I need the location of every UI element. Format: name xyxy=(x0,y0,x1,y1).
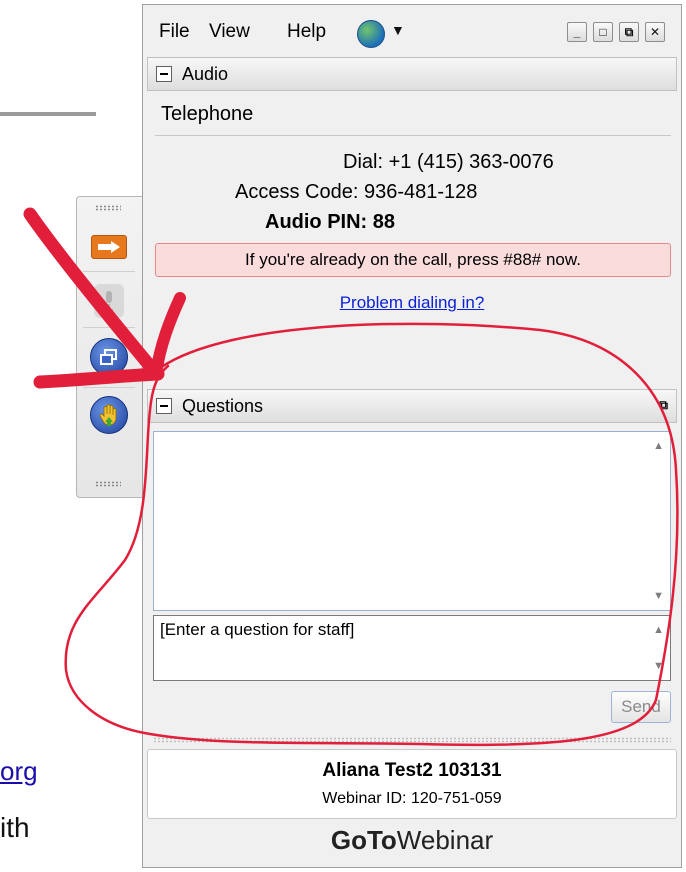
brand-bold: GoTo xyxy=(330,825,397,855)
access-code-value: 936-481-128 xyxy=(363,181,478,203)
screen-window-icon xyxy=(100,349,117,365)
audio-pin-row: Audio PIN: 88 xyxy=(265,211,395,234)
brand-logo: GoToWebinar xyxy=(143,825,681,856)
divider xyxy=(155,135,671,136)
menu-file[interactable]: File xyxy=(159,21,190,43)
popout-button[interactable]: ⧉ xyxy=(619,22,639,42)
microphone-button[interactable] xyxy=(82,281,136,321)
resize-handle[interactable] xyxy=(153,737,671,743)
menu-help[interactable]: Help xyxy=(287,21,326,43)
popout-icon[interactable]: ⧉ xyxy=(659,398,668,413)
audio-panel: Telephone Dial: +1 (415) 363-0076 Access… xyxy=(147,97,677,387)
audio-pin-value: 88 xyxy=(372,211,396,233)
question-input-placeholder: [Enter a question for staff] xyxy=(160,620,355,639)
user-card: Aliana Test2 103131 Webinar ID: 120-751-… xyxy=(147,749,677,819)
raise-hand-icon xyxy=(99,404,117,426)
microphone-icon xyxy=(105,291,113,311)
scroll-up-icon[interactable]: ▲ xyxy=(653,624,664,636)
screen-view-button[interactable] xyxy=(82,337,136,377)
webinar-id: Webinar ID: 120-751-059 xyxy=(148,790,676,808)
webinar-id-value: 120-751-059 xyxy=(410,790,502,807)
problem-dialing-link[interactable]: Problem dialing in? xyxy=(147,293,677,313)
dial-label: Dial: xyxy=(343,151,384,173)
audio-section-header[interactable]: Audio xyxy=(147,57,677,91)
questions-section-title: Questions xyxy=(182,396,264,416)
audio-pin-alert: If you're already on the call, press #88… xyxy=(155,243,671,277)
grip-top[interactable] xyxy=(95,205,121,211)
background-rule xyxy=(0,112,96,116)
menu-view[interactable]: View xyxy=(209,21,250,43)
minimize-button[interactable]: _ xyxy=(567,22,587,42)
control-panel: File View Help ▼ _ □ ⧉ ✕ Audio Telephone… xyxy=(142,4,682,868)
collapse-icon[interactable] xyxy=(156,398,172,414)
audio-section-title: Audio xyxy=(182,64,229,84)
scroll-up-icon[interactable]: ▲ xyxy=(653,440,664,452)
maximize-button[interactable]: □ xyxy=(593,22,613,42)
arrow-right-icon xyxy=(98,241,120,253)
background-link-fragment[interactable]: org xyxy=(0,756,38,787)
audio-mode-label: Telephone xyxy=(161,103,254,125)
send-button[interactable]: Send xyxy=(611,691,671,723)
scroll-down-icon[interactable]: ▼ xyxy=(653,660,664,672)
menubar: File View Help ▼ _ □ ⧉ ✕ xyxy=(143,5,681,55)
show-hide-panel-button[interactable] xyxy=(82,227,136,267)
background-text-fragment: ith xyxy=(0,812,30,843)
webinar-id-label: Webinar ID: xyxy=(322,790,407,807)
dial-row: Dial: +1 (415) 363-0076 xyxy=(343,151,554,174)
access-code-label: Access Code: xyxy=(235,181,359,203)
chevron-down-icon[interactable]: ▼ xyxy=(391,22,405,38)
audio-pin-label: Audio PIN: xyxy=(265,211,368,233)
globe-icon[interactable] xyxy=(357,20,385,48)
brand-regular: Webinar xyxy=(396,825,494,855)
access-code-row: Access Code: 936-481-128 xyxy=(235,181,477,204)
scroll-down-icon[interactable]: ▼ xyxy=(653,590,664,602)
dial-number: +1 (415) 363-0076 xyxy=(388,151,554,173)
attendee-name: Aliana Test2 103131 xyxy=(322,760,502,781)
grip-bottom[interactable] xyxy=(95,481,121,487)
close-button[interactable]: ✕ xyxy=(645,22,665,42)
collapse-icon[interactable] xyxy=(156,66,172,82)
questions-section-header[interactable]: Questions ⧉ xyxy=(147,389,677,423)
questions-log[interactable]: ▲ ▼ xyxy=(153,431,671,611)
question-input[interactable]: [Enter a question for staff] ▲ ▼ xyxy=(153,615,671,681)
raise-hand-button[interactable] xyxy=(82,395,136,435)
grab-tab[interactable] xyxy=(76,196,142,498)
questions-panel: ▲ ▼ [Enter a question for staff] ▲ ▼ Sen… xyxy=(147,425,677,743)
